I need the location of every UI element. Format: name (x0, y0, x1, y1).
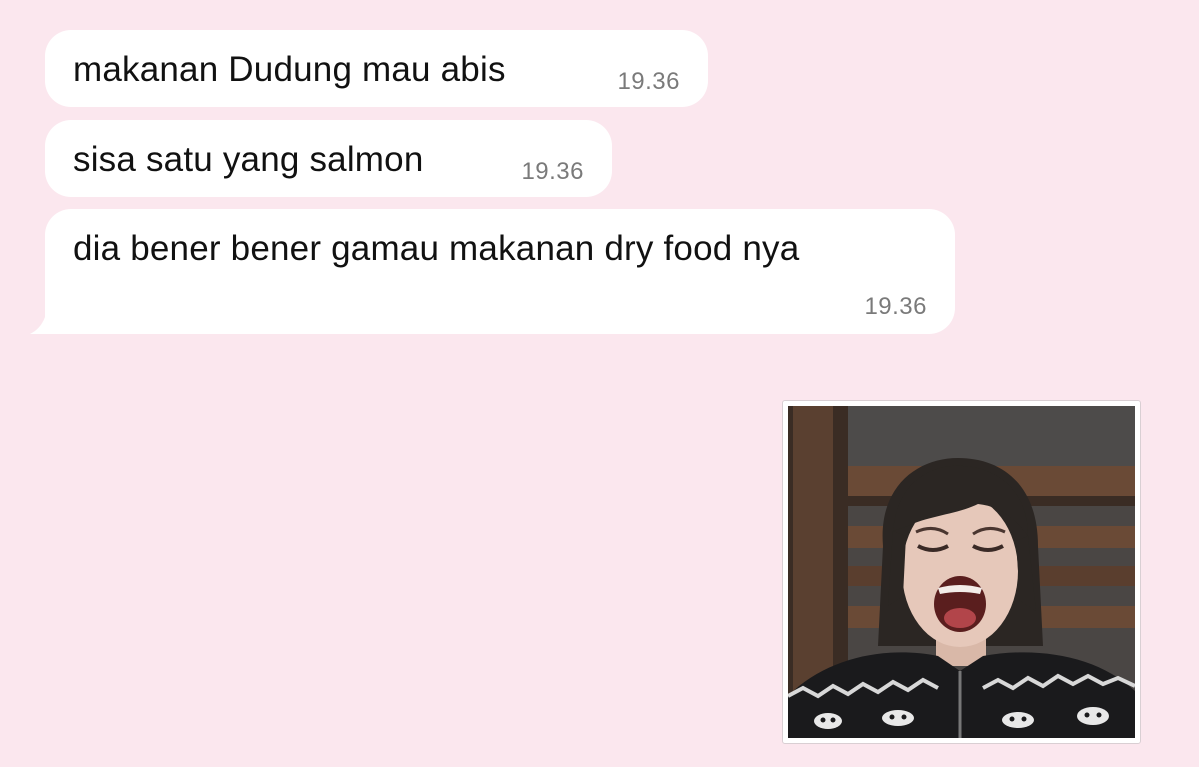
message-text: makanan Dudung mau abis (73, 50, 506, 89)
message-timestamp: 19.36 (864, 293, 927, 320)
message-bubble[interactable]: sisa satu yang salmon 19.36 (45, 120, 612, 197)
sticker-image[interactable] (782, 400, 1141, 744)
chat-area: makanan Dudung mau abis 19.36 sisa satu … (0, 0, 1199, 767)
message-timestamp: 19.36 (521, 158, 584, 185)
message-text: sisa satu yang salmon (73, 140, 424, 179)
message-timestamp: 19.36 (617, 68, 680, 95)
crying-person-sticker-icon (788, 406, 1135, 738)
message-bubble[interactable]: dia bener bener gamau makanan dry food n… (45, 209, 955, 334)
message-text: dia bener bener gamau makanan dry food n… (73, 229, 800, 268)
message-bubble[interactable]: makanan Dudung mau abis 19.36 (45, 30, 708, 107)
